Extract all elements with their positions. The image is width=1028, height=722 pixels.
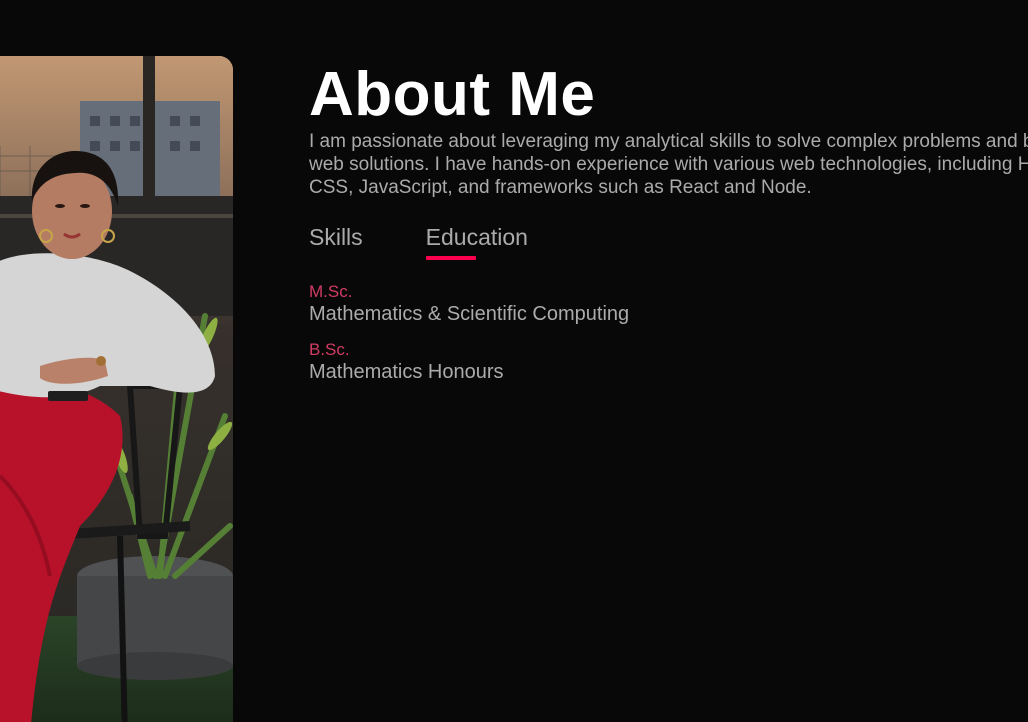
tab-education[interactable]: Education <box>425 223 528 263</box>
degree-field: Mathematics & Scientific Computing <box>309 303 630 325</box>
about-content: About Me I am passionate about leveragin… <box>309 60 1028 398</box>
page-title: About Me <box>309 60 596 129</box>
about-description: I am passionate about leveraging my anal… <box>309 131 1028 198</box>
list-item: B.Sc. Mathematics Honours <box>309 340 1028 384</box>
tab-skills[interactable]: Skills <box>309 223 363 263</box>
list-item: M.Sc. Mathematics & Scientific Computing <box>309 282 1028 326</box>
degree-label: B.Sc. <box>309 340 350 359</box>
tab-bar: Skills Education <box>309 223 1028 263</box>
degree-field: Mathematics Honours <box>309 361 504 383</box>
education-list: M.Sc. Mathematics & Scientific Computing… <box>309 282 1028 384</box>
profile-photo <box>0 56 233 722</box>
degree-label: M.Sc. <box>309 282 353 301</box>
about-section: About Me I am passionate about leveragin… <box>0 0 1028 722</box>
